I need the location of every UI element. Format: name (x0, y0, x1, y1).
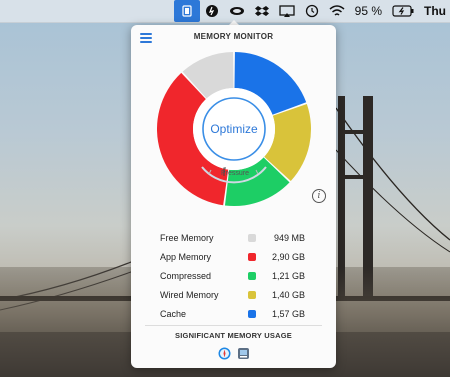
divider (145, 325, 322, 326)
legend-value: 1,57 GB (271, 308, 305, 319)
legend-value: 949 MB (273, 232, 305, 243)
legend-value: 1,40 GB (271, 289, 305, 300)
cloud-icon[interactable] (224, 0, 250, 22)
significant-app-icons (131, 347, 336, 360)
legend-value: 1,21 GB (271, 270, 305, 281)
power-icon[interactable] (200, 0, 224, 22)
legend-row: Wired Memory 1,40 GB (160, 285, 310, 304)
legend-label: Cache (160, 308, 187, 319)
memory-legend: Free Memory 949 MB App Memory 2,90 GB Compre… (160, 228, 310, 323)
legend-label: Compressed (160, 270, 212, 281)
battery-icon[interactable] (387, 0, 419, 22)
wifi-icon[interactable] (324, 0, 350, 22)
legend-label: Wired Memory (160, 289, 219, 300)
legend-row: Cache 1,57 GB (160, 304, 310, 323)
battery-percent[interactable]: 95 % (350, 0, 387, 22)
legend-row: Compressed 1,21 GB (160, 266, 310, 285)
memory-ring-chart: Pressure Optimize (157, 52, 311, 206)
legend-value: 2,90 GB (271, 251, 305, 262)
safari-icon[interactable] (218, 347, 231, 360)
pressure-label: Pressure (221, 170, 249, 177)
dropbox-icon[interactable] (250, 0, 274, 22)
preview-icon[interactable] (237, 347, 250, 360)
airplay-icon[interactable] (274, 0, 300, 22)
menu-bar: 95 % Thu (0, 0, 450, 23)
menubar-clock[interactable]: Thu (419, 0, 450, 22)
significant-usage-label: SIGNIFICANT MEMORY USAGE (175, 331, 292, 340)
legend-label: App Memory (160, 251, 212, 262)
optimize-label[interactable]: Optimize (210, 122, 258, 136)
legend-label: Free Memory (160, 232, 214, 243)
info-icon[interactable]: i (312, 189, 326, 203)
time-machine-icon[interactable] (300, 0, 324, 22)
legend-row: Free Memory 949 MB (160, 228, 310, 247)
legend-swatch (248, 271, 256, 280)
legend-swatch (248, 309, 256, 318)
memory-monitor-popover: MEMORY MONITOR Pressure Optimize i Free … (131, 25, 336, 368)
legend-row: App Memory 2,90 GB (160, 247, 310, 266)
popover-title: MEMORY MONITOR (193, 32, 274, 41)
legend-swatch (248, 233, 256, 242)
legend-swatch (248, 290, 256, 299)
legend-swatch (248, 252, 256, 261)
memory-monitor-icon[interactable] (173, 0, 200, 22)
